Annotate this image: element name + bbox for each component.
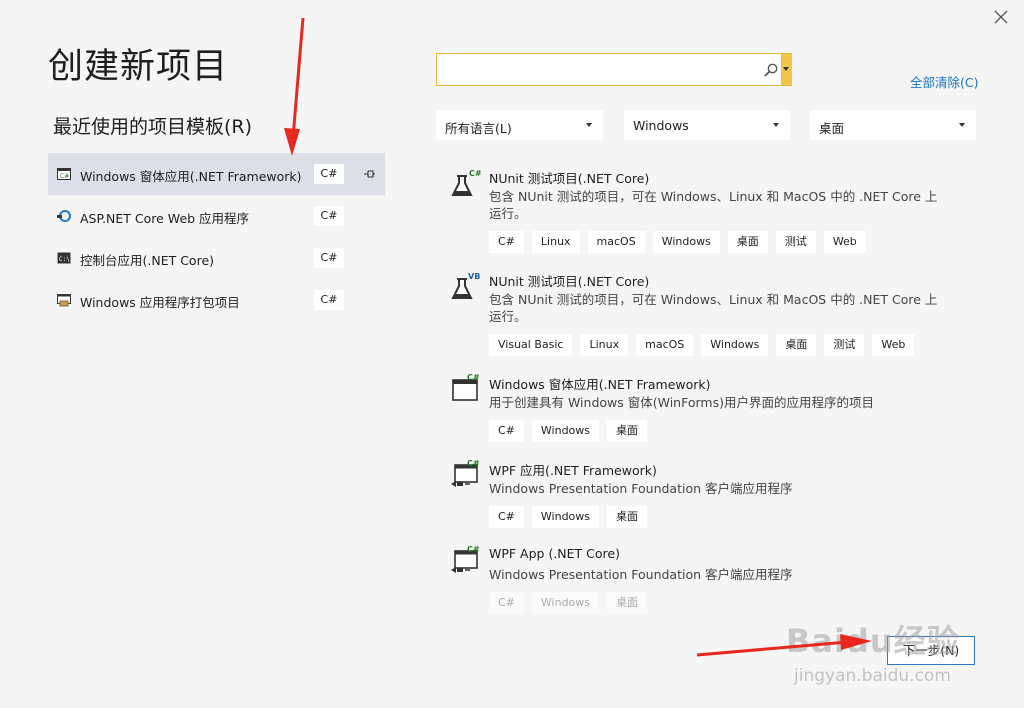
template-item-nunit-vb[interactable]: VB NUnit 测试项目(.NET Core) 包含 NUnit 测试的项目，… — [448, 271, 988, 361]
language-badge: C# — [314, 248, 344, 268]
template-tags: C# Linux macOS Windows 桌面 测试 Web — [489, 231, 866, 253]
project-type-filter-label: 桌面 — [819, 121, 845, 136]
template-name: WPF App (.NET Core) — [489, 546, 620, 561]
tag: 测试 — [775, 231, 816, 253]
template-tags: Visual Basic Linux macOS Windows 桌面 测试 W… — [489, 334, 915, 356]
red-arrow-down — [284, 17, 305, 156]
recent-item-label: ASP.NET Core Web 应用程序 — [80, 211, 250, 226]
template-item-wpf-core[interactable]: C# WPF App (.NET Core) Windows Presentat… — [448, 546, 988, 618]
svg-text:VB: VB — [468, 272, 480, 281]
tag: 桌面 — [607, 420, 648, 442]
wpf-icon: C# — [451, 460, 480, 487]
recent-item-aspnet[interactable]: ASP.NET Core Web 应用程序 C# — [48, 195, 385, 237]
pin-icon[interactable] — [362, 168, 376, 180]
tag: 桌面 — [727, 231, 768, 253]
tag: C# — [489, 420, 524, 442]
recent-item-label: Windows 应用程序打包项目 — [80, 295, 240, 310]
tag: C# — [489, 506, 524, 528]
nunit-vb-icon: VB — [451, 272, 480, 299]
template-item-wpf-framework[interactable]: C# WPF 应用(.NET Framework) Windows Presen… — [448, 460, 988, 532]
chevron-down-icon — [773, 123, 779, 127]
language-badge: C# — [314, 206, 344, 226]
winforms-icon: C# — [452, 374, 480, 401]
template-name: NUnit 测试项目(.NET Core) — [489, 274, 650, 289]
search-dropdown-button[interactable] — [781, 54, 792, 85]
svg-text:C#: C# — [467, 460, 480, 468]
template-description: Windows Presentation Foundation 客户端应用程序 — [489, 481, 793, 496]
template-search — [436, 53, 792, 86]
template-description: Windows Presentation Foundation 客户端应用程序 — [489, 567, 793, 582]
tag: 桌面 — [607, 592, 648, 614]
chevron-down-icon — [783, 67, 789, 71]
recent-item-winforms[interactable]: C# Windows 窗体应用(.NET Framework) C# — [48, 153, 385, 195]
tag: Linux — [580, 334, 629, 356]
recent-item-label: Windows 窗体应用(.NET Framework) — [80, 169, 302, 184]
template-description: 用于创建具有 Windows 窗体(WinForms)用户界面的应用程序的项目 — [489, 395, 874, 410]
platform-filter[interactable]: Windows — [624, 110, 790, 140]
recent-templates-heading: 最近使用的项目模板(R) — [53, 116, 253, 138]
tag: Windows — [531, 506, 600, 528]
winforms-icon: C# — [57, 168, 71, 180]
recent-item-label: 控制台应用(.NET Core) — [80, 253, 215, 268]
console-icon: C:\ — [57, 252, 71, 264]
tag: macOS — [587, 231, 645, 253]
template-description: 包含 NUnit 测试的项目，可在 Windows、Linux 和 MacOS … — [489, 292, 938, 324]
tag: Windows — [531, 592, 600, 614]
language-filter-label: 所有语言(L) — [445, 121, 512, 136]
tag: 桌面 — [776, 334, 817, 356]
recent-item-console[interactable]: C:\ 控制台应用(.NET Core) C# — [48, 237, 385, 279]
svg-text:C:\: C:\ — [59, 256, 70, 263]
close-icon[interactable] — [992, 8, 1010, 26]
tag: C# — [489, 592, 524, 614]
chevron-down-icon — [586, 123, 592, 127]
watermark-logo: Baidu经验 — [786, 622, 960, 660]
recent-templates-list: C# Windows 窗体应用(.NET Framework) C# ASP.N… — [48, 153, 385, 321]
svg-text:C#: C# — [469, 169, 482, 178]
template-name: WPF 应用(.NET Framework) — [489, 463, 657, 478]
svg-text:C#: C# — [60, 173, 69, 180]
watermark-url: jingyan.baidu.com — [794, 666, 951, 686]
template-item-winforms[interactable]: C# Windows 窗体应用(.NET Framework) 用于创建具有 W… — [448, 374, 988, 446]
tag: Linux — [531, 231, 580, 253]
search-input[interactable] — [445, 60, 759, 82]
tag: Windows — [531, 420, 600, 442]
tag: macOS — [636, 334, 694, 356]
tag: Web — [872, 334, 915, 356]
chevron-down-icon — [959, 123, 965, 127]
template-item-nunit-csharp[interactable]: C# NUnit 测试项目(.NET Core) 包含 NUnit 测试的项目，… — [448, 168, 988, 258]
nunit-csharp-icon: C# — [451, 169, 482, 196]
language-filter[interactable]: 所有语言(L) — [436, 110, 603, 140]
svg-text:C#: C# — [467, 546, 480, 554]
template-name: Windows 窗体应用(.NET Framework) — [489, 377, 711, 392]
search-icon[interactable] — [763, 62, 779, 78]
aspnet-icon — [57, 210, 71, 222]
template-tags: C# Windows 桌面 — [489, 506, 648, 528]
tag: Visual Basic — [489, 334, 573, 356]
tag: 桌面 — [607, 506, 648, 528]
template-tags: C# Windows 桌面 — [489, 420, 648, 442]
recent-item-package[interactable]: Windows 应用程序打包项目 C# — [48, 279, 385, 321]
tag: C# — [489, 231, 524, 253]
tag: Windows — [652, 231, 720, 253]
project-type-filter[interactable]: 桌面 — [810, 110, 976, 140]
wpf-icon: C# — [451, 546, 480, 573]
template-tags: C# Windows 桌面 — [489, 592, 648, 614]
svg-text:C#: C# — [467, 374, 480, 382]
tag: 测试 — [824, 334, 865, 356]
platform-filter-label: Windows — [633, 118, 689, 133]
page-title: 创建新项目 — [48, 47, 229, 87]
tag: Windows — [701, 334, 769, 356]
clear-all-link[interactable]: 全部清除(C) — [910, 72, 978, 91]
language-badge: C# — [314, 164, 344, 184]
template-description: 包含 NUnit 测试的项目，可在 Windows、Linux 和 MacOS … — [489, 189, 938, 221]
template-name: NUnit 测试项目(.NET Core) — [489, 171, 650, 186]
tag: Web — [823, 231, 866, 253]
language-badge: C# — [314, 290, 344, 310]
package-icon — [57, 294, 71, 307]
